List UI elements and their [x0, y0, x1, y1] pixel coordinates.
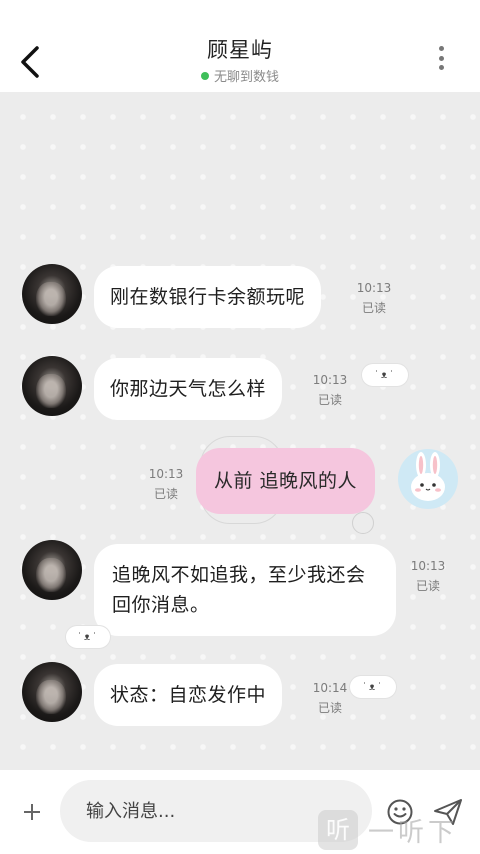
message-time: 10:13	[410, 559, 446, 573]
plus-button[interactable]	[18, 798, 46, 826]
contact-status: 无聊到数钱	[0, 66, 480, 85]
message-bubble[interactable]: 刚在数银行卡余额玩呢	[94, 266, 322, 328]
message-bubble[interactable]: 状态：自恋发作中	[94, 664, 283, 726]
watermark-logo-icon: 听	[318, 810, 358, 850]
read-receipt: 已读	[317, 701, 342, 715]
plus-icon	[24, 804, 40, 820]
message-meta: 10:13 已读	[352, 278, 396, 318]
contact-avatar[interactable]	[22, 356, 82, 416]
message-time: 10:13	[312, 373, 348, 387]
contact-avatar[interactable]	[22, 264, 82, 324]
contact-name: 顾星屿	[207, 38, 273, 62]
chat-area[interactable]: 刚在数银行卡余额玩呢 10:13 已读 你那边天气怎么样 10:13 已读 ˙ᴥ…	[0, 92, 480, 770]
message-time: 10:13	[356, 281, 392, 295]
message-bubble-mine[interactable]: 从前 追晚风的人	[196, 448, 376, 514]
bunny-avatar-icon	[411, 452, 445, 501]
chat-header: 顾星屿 无聊到数钱	[0, 0, 480, 92]
more-dots-icon	[438, 46, 444, 51]
status-text: 无聊到数钱	[213, 70, 279, 85]
message-meta: 10:13 已读	[144, 464, 188, 504]
message-bubble[interactable]: 你那边天气怎么样	[94, 358, 283, 420]
message-time: 10:14	[312, 681, 348, 695]
contact-avatar[interactable]	[22, 662, 82, 722]
bear-sticker-icon: ˙ᴥ˙	[66, 626, 110, 648]
bear-sticker-icon: ˙ᴥ˙	[350, 676, 396, 698]
my-avatar[interactable]	[398, 449, 458, 509]
read-receipt: 已读	[361, 301, 386, 315]
message-time: 10:13	[148, 467, 184, 481]
contact-avatar[interactable]	[22, 540, 82, 600]
read-receipt: 已读	[153, 487, 178, 501]
paw-decoration-icon	[352, 512, 374, 534]
read-receipt: 已读	[317, 393, 342, 407]
message-meta: 10:13 已读	[308, 370, 352, 410]
read-receipt: 已读	[415, 579, 440, 593]
watermark-text: 一听下载	[368, 818, 459, 848]
more-options-button[interactable]	[436, 46, 446, 70]
message-meta: 10:14 已读	[308, 678, 352, 718]
message-meta: 10:13 已读	[406, 556, 450, 596]
bear-sticker-icon: ˙ᴥ˙	[362, 364, 408, 386]
message-bubble[interactable]: 追晚风不如追我，至少我还会回你消息。	[94, 544, 396, 636]
online-dot-icon	[200, 72, 209, 80]
